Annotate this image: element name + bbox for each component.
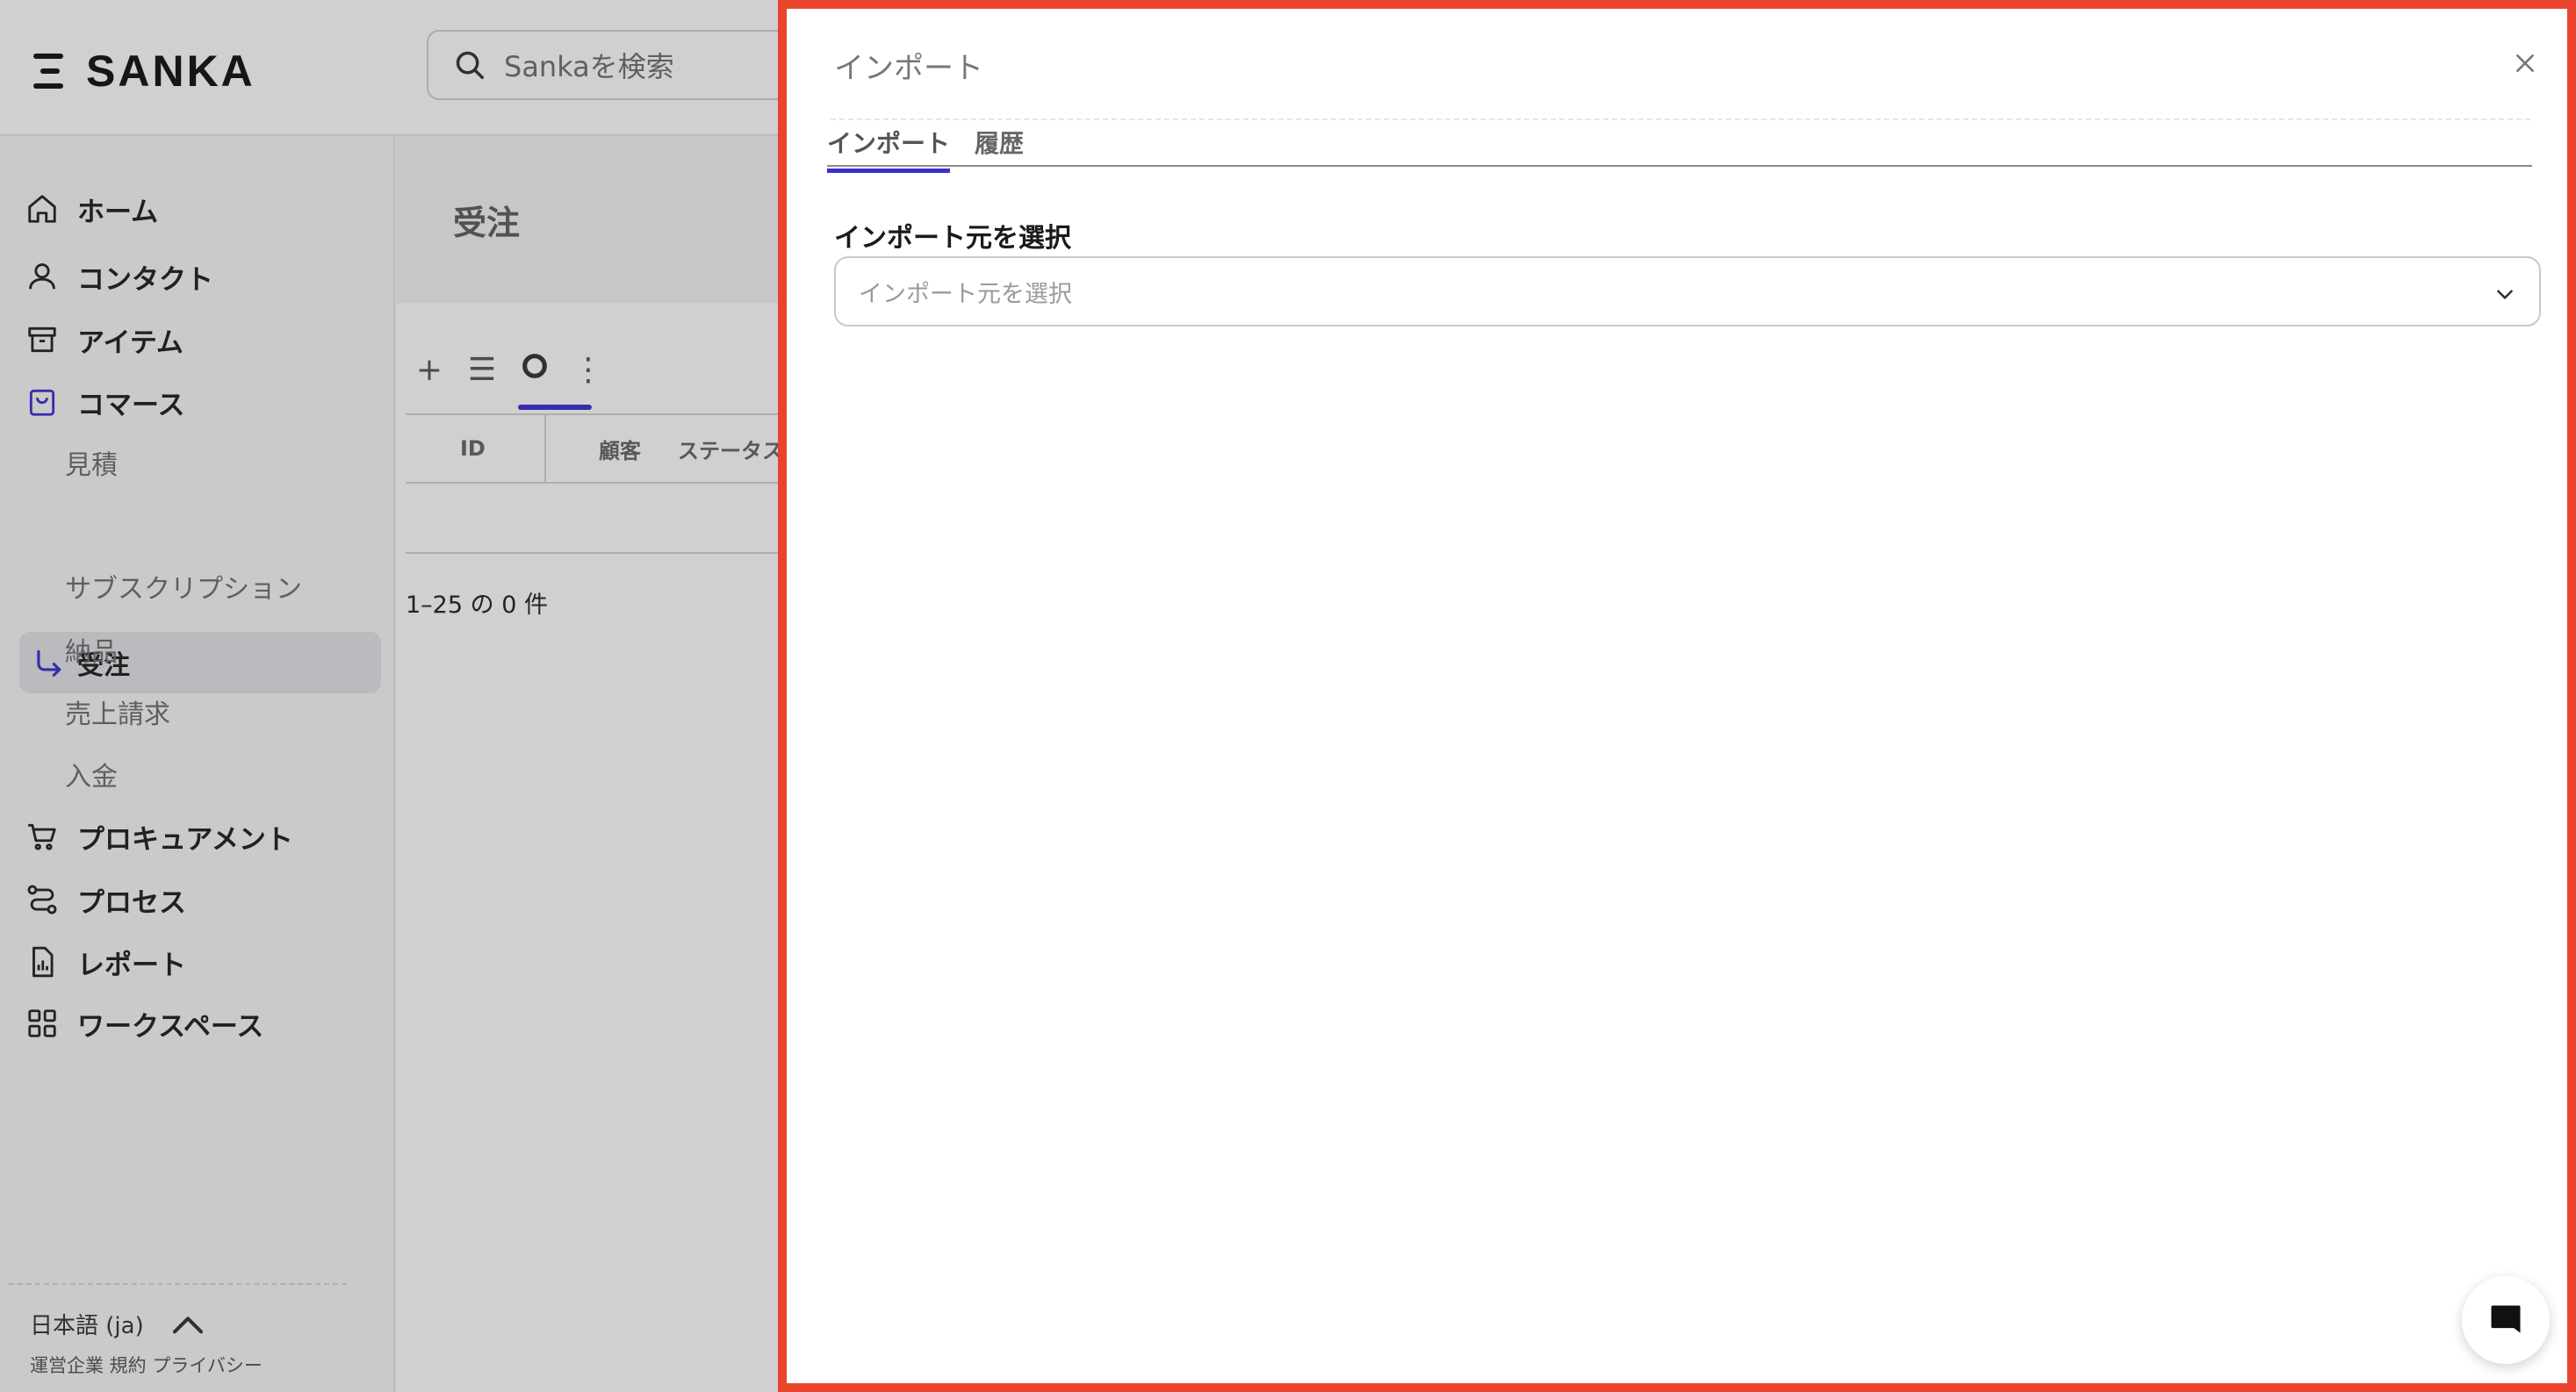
- chat-icon: [2491, 1305, 2521, 1333]
- import-source-label: インポート元を選択: [834, 223, 1071, 254]
- chevron-down-icon: [2497, 290, 2513, 299]
- chat-support-button[interactable]: [2462, 1276, 2550, 1364]
- select-placeholder: インポート元を選択: [859, 280, 1072, 308]
- close-button[interactable]: [2508, 46, 2543, 81]
- import-drawer: インポート インポート 履歴 インポート元を選択 インポート元を選択: [778, 0, 2576, 1392]
- drawer-title: インポート: [834, 51, 983, 86]
- close-icon: [2516, 54, 2534, 72]
- tabs-divider: [827, 165, 2532, 167]
- import-source-select[interactable]: インポート元を選択: [834, 256, 2541, 326]
- header-divider: [831, 118, 2530, 120]
